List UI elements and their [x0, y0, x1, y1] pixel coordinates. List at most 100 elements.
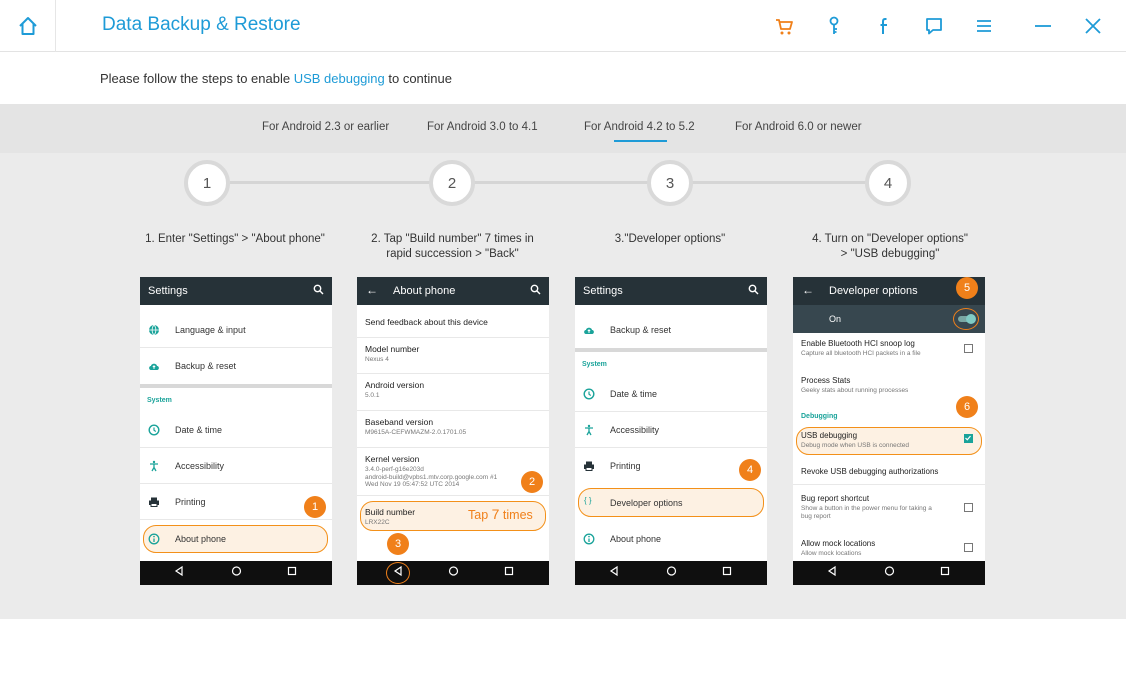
back-nav-icon[interactable]: [393, 565, 403, 577]
about-row-feedback: Send feedback about this device: [357, 311, 549, 338]
back-arrow-icon: ←: [366, 283, 378, 297]
settings-row: Date & time: [140, 412, 332, 448]
about-row-kernel: Kernel version 3.4.0-perf-g16e203d andro…: [357, 448, 549, 496]
dev-row-bug-report: Bug report shortcut Show a button in the…: [793, 494, 985, 520]
about-row-android: Android version 5.0.1: [357, 374, 549, 411]
settings-row-label: Backup & reset: [610, 325, 672, 335]
tab-android-6-0[interactable]: For Android 6.0 or newer: [735, 121, 862, 133]
close-icon: [1085, 18, 1101, 34]
recents-nav-icon: [940, 566, 950, 576]
settings-row-label: About phone: [175, 534, 227, 544]
tab-android-3-0[interactable]: For Android 3.0 to 4.1: [427, 121, 538, 133]
home-button[interactable]: [0, 0, 56, 52]
section-divider: [575, 348, 767, 352]
cart-button[interactable]: [770, 12, 798, 40]
step-badge-5: 5: [956, 277, 978, 299]
dev-row-label: USB debugging: [801, 431, 858, 440]
about-row-label: Build number: [365, 507, 416, 517]
section-divider: [140, 384, 332, 388]
section-label: System: [147, 397, 172, 404]
step-3-circle: 3: [647, 160, 693, 206]
phone-screenshot-usb-debugging: ← Developer options On Enable Bluetooth …: [793, 277, 985, 585]
cloud-upload-icon: [584, 327, 594, 334]
about-row-label: Send feedback about this device: [365, 317, 488, 327]
step-2-circle: 2: [429, 160, 475, 206]
dev-row-label: Bug report shortcut: [801, 494, 870, 503]
back-nav-icon: [174, 565, 183, 577]
facebook-button[interactable]: [870, 12, 898, 40]
title-bar: Data Backup & Restore: [0, 0, 1126, 52]
phone-toolbar-title: About phone: [393, 285, 456, 297]
on-label: On: [829, 314, 842, 324]
dev-row-label: Enable Bluetooth HCI snoop log: [801, 339, 915, 348]
about-row-label: Android version: [365, 380, 425, 390]
about-row-value: 5.0.1: [365, 392, 380, 399]
phone-toolbar: Settings: [575, 277, 767, 305]
about-row-label: Baseband version: [365, 417, 434, 427]
info-icon: [148, 533, 160, 545]
bt-snoop-checkbox[interactable]: [964, 344, 973, 353]
cart-icon: [776, 19, 793, 35]
dev-row-sub: Debug mode when USB is connected: [801, 442, 910, 449]
mock-locations-checkbox[interactable]: [964, 543, 973, 552]
step-3-caption: 3."Developer options": [570, 232, 770, 247]
dev-row-label: Allow mock locations: [801, 539, 876, 548]
phone-toolbar-title: Developer options: [829, 285, 918, 297]
accessibility-icon: [585, 424, 593, 436]
code-braces-icon: { }: [584, 496, 592, 505]
close-button[interactable]: [1079, 12, 1107, 40]
bug-report-checkbox[interactable]: [964, 503, 973, 512]
android-version-tabs: For Android 2.3 or earlier For Android 3…: [0, 104, 1126, 153]
toggle-thumb[interactable]: [966, 314, 976, 324]
check-icon: [965, 435, 971, 441]
step-badge-2: 2: [521, 471, 543, 493]
printer-icon: [149, 497, 159, 507]
about-row-value: M9615A-CEFWMAZM-2.0.1701.05: [365, 429, 467, 436]
about-row-model: Model number Nexus 4: [357, 338, 549, 374]
about-row-baseband: Baseband version M9615A-CEFWMAZM-2.0.170…: [357, 411, 549, 448]
usb-debugging-link[interactable]: USB debugging: [294, 71, 385, 86]
recents-nav-icon: [504, 566, 514, 576]
dev-row-process-stats: Process Stats Geeky stats about running …: [793, 376, 985, 395]
instruction-text: Please follow the steps to enable USB de…: [100, 71, 452, 86]
tap-hint-suffix: times: [499, 508, 533, 522]
settings-row-label: Printing: [610, 461, 641, 471]
usb-debugging-checkbox[interactable]: [964, 434, 973, 443]
dev-row-revoke: Revoke USB debugging authorizations: [793, 467, 985, 485]
selected-tab-indicator: [614, 140, 667, 142]
settings-row-label: Language & input: [175, 325, 246, 335]
about-row-value: Nexus 4: [365, 356, 389, 363]
settings-row-label: Accessibility: [610, 425, 660, 435]
menu-button[interactable]: [970, 12, 998, 40]
caption-line: rapid succession > "Back": [386, 248, 519, 260]
step-4-circle: 4: [865, 160, 911, 206]
back-nav-icon: [609, 565, 618, 577]
tap-7-times-hint: Tap 7 times: [468, 506, 533, 522]
dev-row-sub: Geeky stats about running processes: [801, 387, 909, 394]
tap-hint-prefix: Tap: [468, 508, 492, 522]
section-label: Debugging: [801, 413, 838, 420]
settings-row: Date & time: [575, 376, 767, 412]
recents-nav-icon: [722, 566, 732, 576]
settings-row-developer-options[interactable]: { } Developer options: [575, 485, 767, 521]
tab-android-2-3[interactable]: For Android 2.3 or earlier: [262, 121, 389, 133]
phone-toolbar-title: Settings: [148, 285, 188, 297]
app-window: Data Backup & Restore Please follow the …: [0, 0, 1126, 676]
dev-row-label: Revoke USB debugging authorizations: [801, 467, 939, 476]
minimize-button[interactable]: [1029, 12, 1057, 40]
home-nav-icon: [231, 566, 242, 576]
settings-row-about-phone: About phone: [140, 521, 332, 557]
about-row-label: Model number: [365, 344, 420, 354]
phone-toolbar: Settings: [140, 277, 332, 305]
clock-icon: [583, 388, 595, 400]
feedback-button[interactable]: [920, 12, 948, 40]
dev-row-usb-debugging[interactable]: USB debugging Debug mode when USB is con…: [793, 431, 985, 450]
settings-row-label: Accessibility: [175, 461, 225, 471]
printer-icon: [584, 461, 594, 471]
settings-row-label: Backup & reset: [175, 361, 237, 371]
caption-line: 1. Enter "Settings" > "About phone": [145, 233, 325, 245]
key-button[interactable]: [820, 12, 848, 40]
home-icon: [18, 17, 37, 35]
dev-row-sub: Capture all bluetooth HCI packets in a f…: [801, 350, 921, 357]
tab-android-4-2[interactable]: For Android 4.2 to 5.2: [584, 121, 695, 133]
